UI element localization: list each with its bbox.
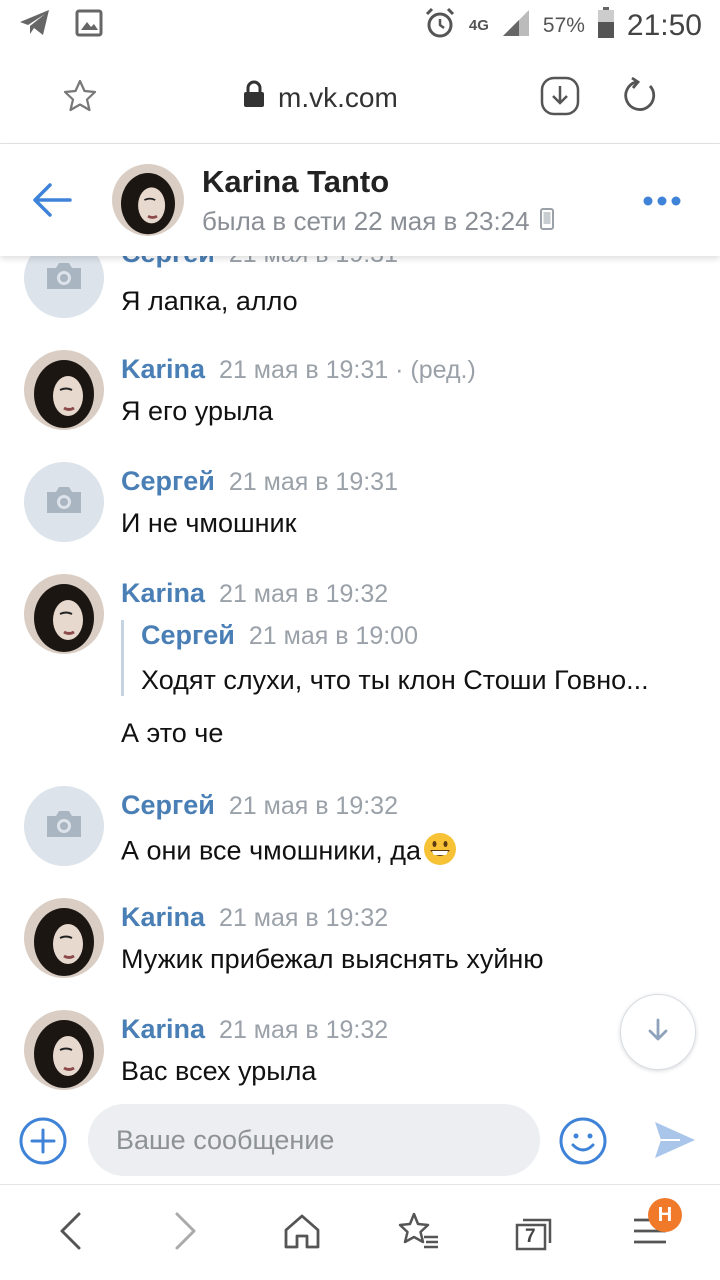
avatar[interactable]	[24, 350, 104, 430]
message-composer	[0, 1100, 720, 1184]
message-time: 21 мая в 19:32	[219, 1016, 389, 1044]
forward-button[interactable]	[160, 1207, 212, 1259]
message-text: Я его урыла	[121, 396, 274, 426]
avatar[interactable]	[24, 462, 104, 542]
tabs-icon: 7	[514, 1215, 554, 1251]
status-bar: 4G 57% 21:50	[0, 0, 720, 50]
message-author[interactable]: Karina 21 мая в 19:32	[121, 1014, 388, 1045]
quoted-message[interactable]: Сергей 21 мая в 19:00 Ходят слухи, что ты…	[121, 620, 701, 696]
back-arrow-icon[interactable]	[30, 180, 74, 225]
send-icon[interactable]	[652, 1118, 698, 1167]
author-name[interactable]: Karina	[121, 1014, 205, 1044]
author-name[interactable]: Karina	[121, 902, 205, 932]
menu-notification-badge: H	[648, 1198, 682, 1232]
tabs-button[interactable]: 7	[508, 1207, 560, 1259]
battery-icon	[597, 7, 615, 44]
network-indicator: 4G	[468, 16, 489, 34]
author-name[interactable]: Karina	[121, 578, 205, 608]
contact-last-seen: была в сети 22 мая в 23:24	[202, 206, 554, 237]
bookmarks-button[interactable]	[392, 1207, 444, 1259]
star-list-icon	[396, 1211, 440, 1256]
lock-icon	[242, 80, 266, 115]
chevron-right-icon	[173, 1211, 199, 1256]
browser-bottom-nav: 7	[0, 1184, 720, 1280]
telegram-icon	[18, 8, 52, 43]
chat-header: Karina Tanto была в сети 22 мая в 23:24	[0, 144, 720, 256]
last-seen-text: была в сети 22 мая в 23:24	[202, 206, 530, 236]
grinning-emoji-icon	[423, 832, 457, 873]
attach-plus-icon[interactable]	[18, 1116, 68, 1171]
avatar[interactable]	[24, 574, 104, 654]
avatar[interactable]	[24, 256, 104, 318]
bookmark-star-icon[interactable]	[62, 78, 98, 119]
avatar[interactable]	[24, 1010, 104, 1090]
message-author[interactable]: Сергей 21 мая в 19:32	[121, 790, 398, 821]
alarm-icon	[423, 6, 457, 45]
reload-icon[interactable]	[620, 76, 660, 121]
back-button[interactable]	[44, 1207, 96, 1259]
message-time: 21 мая в 19:31	[228, 468, 398, 496]
message-text: А они все чмошники, да	[121, 832, 457, 873]
message-time: 21 мая в 19:32	[219, 904, 389, 932]
message-text-content: А они все чмошники, да	[121, 835, 422, 866]
mobile-device-icon	[539, 206, 554, 237]
more-options-icon[interactable]	[642, 194, 682, 212]
camera-icon	[43, 260, 85, 297]
chevron-left-icon	[57, 1211, 83, 1256]
signal-icon	[501, 8, 531, 43]
message-time: 21 мая в 19:32	[219, 580, 389, 608]
download-icon[interactable]	[540, 76, 580, 121]
emoji-smile-icon[interactable]	[558, 1116, 608, 1171]
clock: 21:50	[626, 8, 702, 42]
message-text: Мужик прибежал выяснять хуйню	[121, 944, 544, 974]
message-author[interactable]: Сергей 21 мая в 19:31	[121, 466, 398, 497]
message-time: 21 мая в 19:31	[229, 256, 398, 268]
contact-avatar[interactable]	[112, 164, 184, 236]
quote-text: Ходят слухи, что ты клон Стоши Говно...	[141, 665, 649, 695]
message-author[interactable]: Karina 21 мая в 19:31 · (ред.)	[121, 354, 476, 385]
avatar[interactable]	[24, 898, 104, 978]
url-text: m.vk.com	[278, 81, 398, 113]
battery-percent: 57%	[542, 13, 585, 37]
browser-url-bar: m.vk.com	[0, 50, 720, 144]
message-time: 21 мая в 19:32	[228, 792, 398, 820]
scroll-to-bottom-button[interactable]	[620, 994, 696, 1070]
camera-icon	[43, 484, 85, 521]
home-button[interactable]	[276, 1207, 328, 1259]
message-list[interactable]: Сергей 21 мая в 19:31 Я лапка, алло Karin…	[0, 256, 720, 1100]
message-author[interactable]: Karina 21 мая в 19:32	[121, 578, 388, 609]
home-icon	[282, 1212, 322, 1255]
message-time: 21 мая в 19:31 · (ред.)	[219, 356, 476, 384]
author-name[interactable]: Сергей	[121, 790, 215, 820]
message-text: Вас всех урыла	[121, 1056, 317, 1086]
author-name[interactable]: Сергей	[121, 256, 215, 268]
message-text: Я лапка, алло	[121, 286, 298, 316]
tabs-count: 7	[525, 1226, 536, 1247]
arrow-down-icon	[645, 1017, 671, 1048]
message-text: А это че	[121, 718, 224, 748]
avatar[interactable]	[24, 786, 104, 866]
quote-author-name[interactable]: Сергей	[141, 620, 235, 650]
contact-name[interactable]: Karina Tanto	[202, 164, 389, 200]
gallery-icon	[74, 8, 104, 43]
author-name[interactable]: Сергей	[121, 466, 215, 496]
message-author[interactable]: Karina 21 мая в 19:32	[121, 902, 388, 933]
author-name[interactable]: Karina	[121, 354, 205, 384]
message-author[interactable]: Сергей 21 мая в 19:31	[121, 256, 398, 269]
quote-author[interactable]: Сергей 21 мая в 19:00	[141, 620, 701, 651]
address-field[interactable]: m.vk.com	[242, 80, 398, 115]
quote-time: 21 мая в 19:00	[248, 622, 418, 650]
camera-icon	[43, 808, 85, 845]
message-input[interactable]	[88, 1104, 540, 1176]
message-text: И не чмошник	[121, 508, 297, 538]
